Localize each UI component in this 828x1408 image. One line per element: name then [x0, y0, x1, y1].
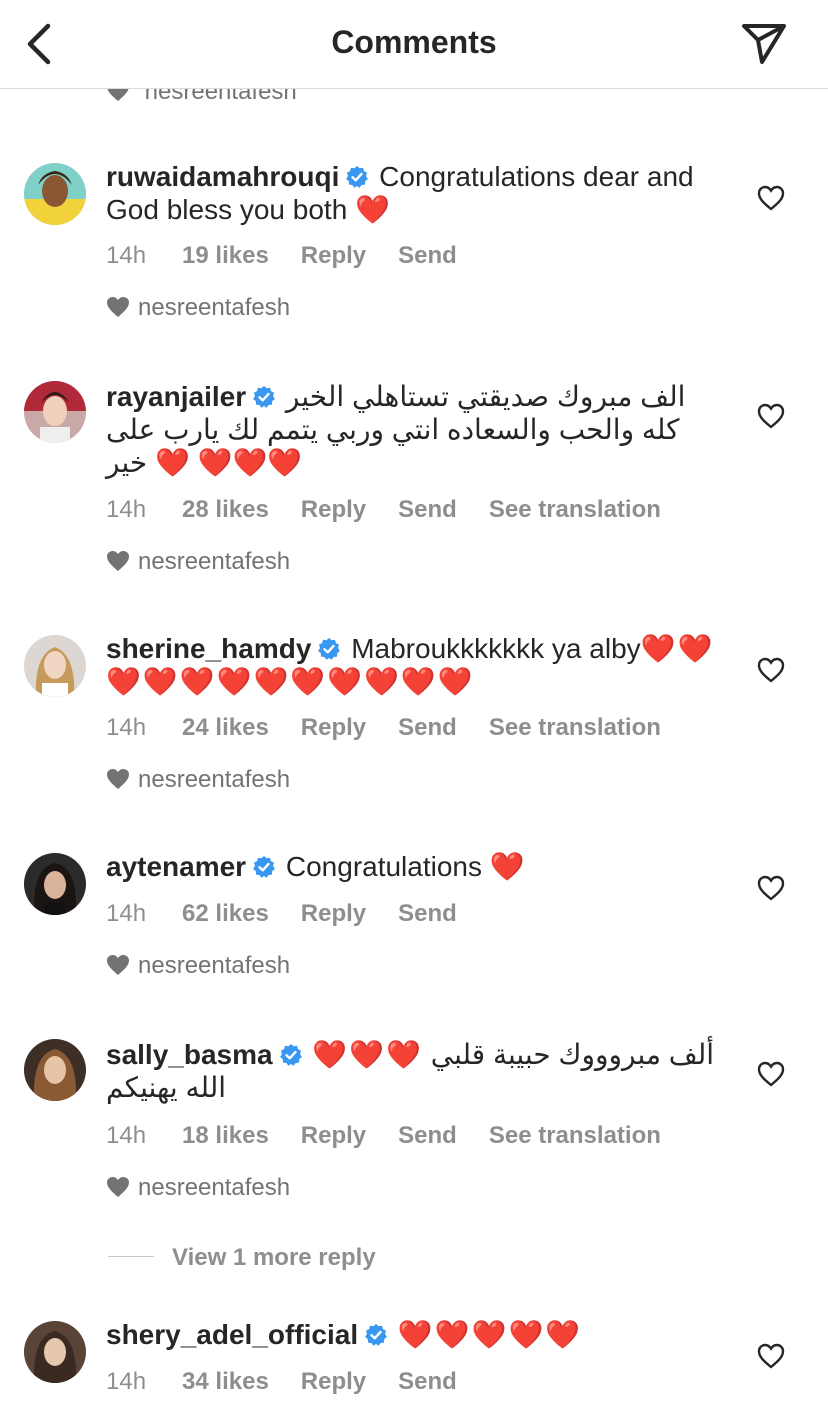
- liked-by-username[interactable]: nesreentafesh: [138, 766, 290, 793]
- heart-emojis: ❤️❤️❤️: [312, 1039, 423, 1070]
- comment-username[interactable]: shery_adel_official: [106, 1319, 358, 1350]
- reply-button[interactable]: Reply: [301, 1122, 366, 1150]
- comment-message: Congratulations: [285, 851, 482, 882]
- comment-time: 14h: [106, 496, 147, 523]
- likes-count[interactable]: 62 likes: [182, 900, 269, 928]
- likes-count[interactable]: 24 likes: [182, 714, 269, 742]
- comment-text: ruwaidamahrouqi Congratulations dear and…: [106, 160, 726, 226]
- verified-badge-icon: [279, 1044, 302, 1066]
- liked-by-username[interactable]: nesreentafesh: [138, 1174, 290, 1201]
- likes-count[interactable]: 28 likes: [182, 496, 269, 524]
- reply-button[interactable]: Reply: [301, 714, 366, 742]
- liked-by-row: nesreentafesh: [106, 766, 290, 794]
- comment-meta: 14h 28 likes Reply Send See translation: [106, 496, 693, 524]
- comment-time: 14h: [106, 714, 147, 741]
- comment-text: sherine_hamdy Mabroukkkkkkk ya alby❤️❤️❤…: [106, 632, 726, 698]
- heart-emojis: ❤️: [489, 851, 527, 882]
- liked-by-row: nesreentafesh: [106, 1174, 290, 1202]
- liked-by-username[interactable]: nesreentafesh: [138, 294, 290, 321]
- heart-filled-icon: [107, 769, 129, 789]
- see-translation-button[interactable]: See translation: [489, 1122, 661, 1150]
- liked-by-row: nesreentafesh: [106, 952, 290, 980]
- comment-username[interactable]: rayanjailer: [106, 381, 246, 412]
- liked-by-row: nesreentafesh: [106, 548, 290, 576]
- comment-meta: 14h 24 likes Reply Send See translation: [106, 714, 693, 742]
- verified-badge-icon: [253, 386, 276, 408]
- comment-time: 14h: [106, 1368, 147, 1395]
- likes-count[interactable]: 19 likes: [182, 242, 269, 270]
- heart-emojis: ❤️: [355, 194, 392, 225]
- heart-filled-icon: [107, 297, 129, 317]
- like-heart-outline-icon[interactable]: [757, 657, 785, 683]
- comment-text: aytenamer Congratulations ❤️: [106, 850, 726, 883]
- see-translation-button[interactable]: See translation: [489, 496, 661, 524]
- avatar[interactable]: [24, 381, 86, 443]
- view-more-label: View 1 more reply: [172, 1244, 376, 1271]
- send-button[interactable]: Send: [398, 714, 457, 742]
- view-more-replies-button[interactable]: View 1 more reply: [108, 1244, 376, 1272]
- avatar[interactable]: [24, 1039, 86, 1101]
- avatar[interactable]: [24, 163, 86, 225]
- comment-text: rayanjailer الف مبروك صديقتي تستاهلي الخ…: [106, 380, 726, 479]
- comment-username[interactable]: sherine_hamdy: [106, 633, 311, 664]
- comment-username[interactable]: sally_basma: [106, 1039, 273, 1070]
- verified-badge-icon: [346, 166, 369, 188]
- like-heart-outline-icon[interactable]: [757, 1343, 785, 1369]
- comment-text: sally_basma ❤️❤️❤️ ألف مبروووك حبيبة قلب…: [106, 1038, 726, 1104]
- liked-by-username[interactable]: nesreentafesh: [138, 952, 290, 979]
- like-heart-outline-icon[interactable]: [757, 875, 785, 901]
- share-send-icon[interactable]: [738, 20, 790, 68]
- reply-button[interactable]: Reply: [301, 1368, 366, 1396]
- likes-count[interactable]: 18 likes: [182, 1122, 269, 1150]
- liked-by-username[interactable]: nesreentafesh: [138, 548, 290, 575]
- likes-count[interactable]: 34 likes: [182, 1368, 269, 1396]
- like-heart-outline-icon[interactable]: [757, 403, 785, 429]
- like-heart-outline-icon[interactable]: [757, 1061, 785, 1087]
- comment-time: 14h: [106, 242, 147, 269]
- page-title: Comments: [331, 24, 497, 60]
- send-button[interactable]: Send: [398, 1122, 457, 1150]
- like-heart-outline-icon[interactable]: [757, 185, 785, 211]
- heart-filled-icon: [107, 551, 129, 571]
- comment-meta: 14h 18 likes Reply Send See translation: [106, 1122, 693, 1150]
- heart-filled-icon: [107, 1177, 129, 1197]
- liked-by-row: nesreentafesh: [106, 294, 290, 322]
- avatar[interactable]: [24, 1321, 86, 1383]
- reply-button[interactable]: Reply: [301, 242, 366, 270]
- send-button[interactable]: Send: [398, 496, 457, 524]
- divider-line: [108, 1256, 154, 1257]
- comment-meta: 14h 34 likes Reply Send: [106, 1368, 489, 1396]
- comment-message: Mabroukkkkkkk ya alby: [351, 633, 641, 664]
- verified-badge-icon: [365, 1324, 388, 1346]
- send-button[interactable]: Send: [398, 900, 457, 928]
- verified-badge-icon: [318, 638, 341, 660]
- send-button[interactable]: Send: [398, 1368, 457, 1396]
- reply-button[interactable]: Reply: [301, 496, 366, 524]
- heart-emojis: ❤️❤️❤️❤️❤️: [397, 1319, 583, 1350]
- verified-badge-icon: [253, 856, 275, 878]
- comment-time: 14h: [106, 900, 147, 927]
- top-bar: Comments: [0, 0, 828, 89]
- heart-emojis: ❤️ ❤️❤️❤️: [155, 447, 303, 478]
- comment-meta: 14h 62 likes Reply Send: [106, 900, 489, 928]
- comment-username[interactable]: ruwaidamahrouqi: [106, 161, 339, 192]
- comment-username[interactable]: aytenamer: [106, 851, 246, 882]
- see-translation-button[interactable]: See translation: [489, 714, 661, 742]
- heart-filled-icon: [107, 955, 129, 975]
- send-button[interactable]: Send: [398, 242, 457, 270]
- avatar[interactable]: [24, 853, 86, 915]
- comment-time: 14h: [106, 1122, 147, 1149]
- avatar[interactable]: [24, 635, 86, 697]
- comment-meta: 14h 19 likes Reply Send: [106, 242, 489, 270]
- comment-text: shery_adel_official ❤️❤️❤️❤️❤️: [106, 1318, 726, 1351]
- reply-button[interactable]: Reply: [301, 900, 366, 928]
